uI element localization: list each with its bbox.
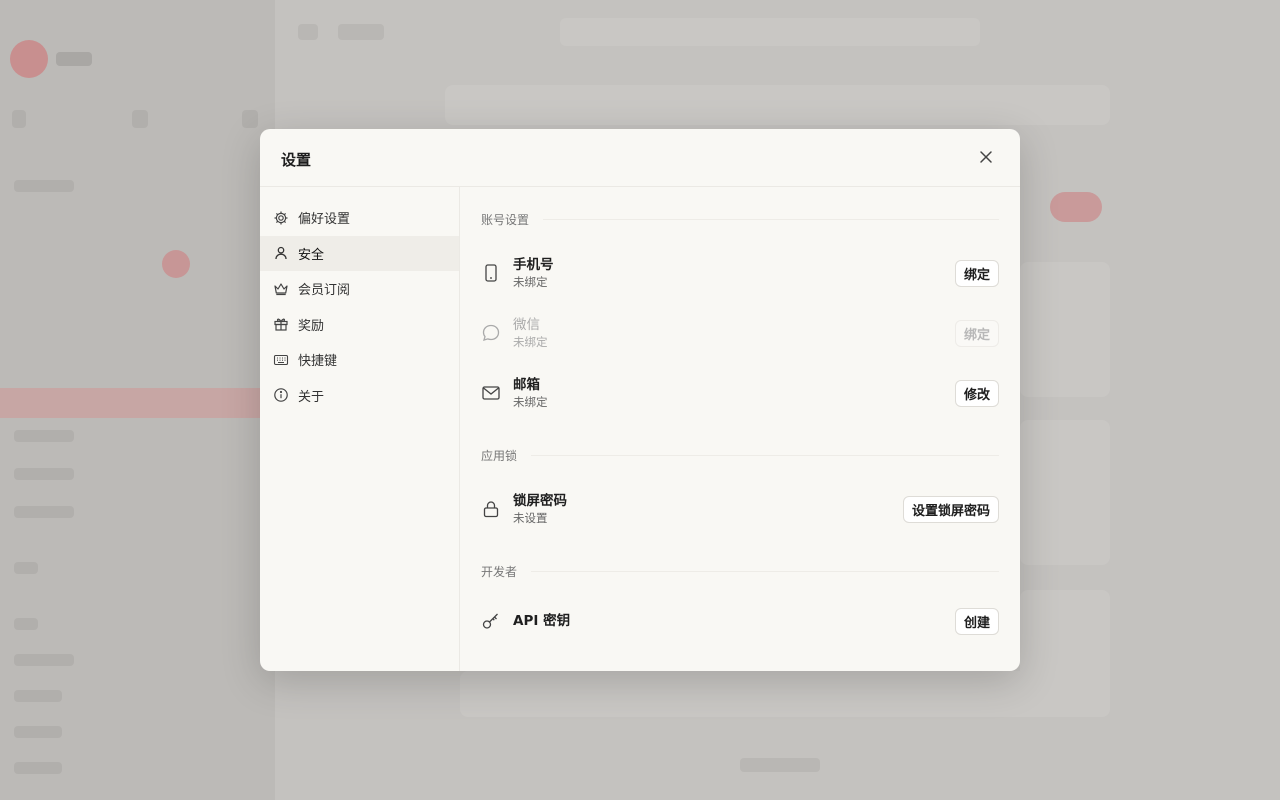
background-search (560, 18, 980, 46)
phone-label: 手机号 (513, 257, 554, 273)
background-card (460, 671, 1110, 717)
nav-item-about[interactable]: 关于 (260, 378, 459, 414)
wechat-status: 未绑定 (513, 335, 548, 349)
bind-phone-button[interactable]: 绑定 (954, 259, 999, 287)
background-block (14, 430, 74, 442)
background-card (1020, 262, 1110, 397)
close-icon (980, 151, 992, 163)
account-row-phone: 手机号 未绑定 绑定 (481, 251, 999, 295)
nav-item-preferences[interactable]: 偏好设置 (260, 200, 459, 236)
background-block (740, 758, 820, 772)
section-title-text: 账号设置 (481, 213, 530, 227)
settings-nav: 偏好设置 安全 会员订阅 奖励 快捷键 关于 (260, 187, 460, 671)
background-logo-text (56, 52, 92, 66)
section-divider (531, 455, 999, 456)
crown-icon (273, 281, 289, 297)
section-title-applock: 应用锁 (481, 447, 999, 464)
phone-icon (481, 263, 501, 283)
bind-wechat-button: 绑定 (954, 319, 999, 347)
background-block (14, 562, 38, 574)
background-block (14, 468, 74, 480)
nav-item-label: 关于 (298, 389, 325, 405)
email-status: 未绑定 (513, 395, 548, 409)
section-title-text: 应用锁 (481, 449, 518, 463)
applock-row-lock: 锁屏密码 未设置 设置锁屏密码 (481, 487, 999, 531)
dialog-title: 设置 (281, 151, 312, 169)
background-date-marker (162, 250, 190, 278)
dialog-header: 设置 (260, 129, 1020, 187)
developer-row-api: API 密钥 创建 (481, 599, 999, 643)
api-key-label: API 密钥 (513, 613, 571, 629)
nav-item-shortcuts[interactable]: 快捷键 (260, 342, 459, 378)
gift-icon (273, 316, 289, 332)
section-divider (543, 219, 999, 220)
lock-icon (481, 499, 501, 519)
settings-dialog: 设置 偏好设置 安全 会员订阅 奖励 快捷键 关于 账号设置 手机号 未绑定 绑… (260, 129, 1020, 671)
background-block (132, 110, 148, 128)
background-block (14, 506, 74, 518)
background-block (338, 24, 384, 40)
wechat-label: 微信 (513, 317, 540, 333)
background-active-item (0, 388, 275, 418)
user-icon (273, 245, 289, 261)
background-block (14, 690, 62, 702)
nav-item-label: 快捷键 (298, 354, 338, 370)
nav-item-rewards[interactable]: 奖励 (260, 307, 459, 343)
lock-label: 锁屏密码 (513, 493, 567, 509)
background-logo (10, 40, 48, 78)
background-block (298, 24, 318, 40)
background-block (14, 618, 38, 630)
background-block (14, 180, 74, 192)
section-divider (531, 571, 999, 572)
mail-icon (481, 383, 501, 403)
background-block (12, 110, 26, 128)
section-title-text: 开发者 (481, 565, 518, 579)
nav-item-label: 安全 (298, 247, 325, 263)
background-card (1020, 420, 1110, 565)
close-button[interactable] (978, 149, 994, 165)
nav-item-label: 会员订阅 (298, 283, 351, 299)
security-content: 账号设置 手机号 未绑定 绑定 微信 未绑定 绑定 邮箱 未绑定 修改 应用锁 … (461, 187, 1020, 671)
gear-icon (273, 210, 289, 226)
set-lock-password-button[interactable]: 设置锁屏密码 (902, 495, 999, 523)
background-block (14, 654, 74, 666)
nav-item-security[interactable]: 安全 (260, 235, 459, 271)
key-icon (481, 611, 501, 631)
nav-item-label: 偏好设置 (298, 212, 351, 228)
nav-item-subscription[interactable]: 会员订阅 (260, 271, 459, 307)
background-block (14, 726, 62, 738)
background-pill (1050, 192, 1102, 222)
section-title-developer: 开发者 (481, 563, 999, 580)
nav-item-label: 奖励 (298, 318, 325, 334)
info-icon (273, 387, 289, 403)
chat-bubble-icon (481, 323, 501, 343)
section-title-account: 账号设置 (481, 211, 999, 228)
background-card (445, 85, 1110, 125)
lock-status: 未设置 (513, 511, 548, 525)
account-row-email: 邮箱 未绑定 修改 (481, 371, 999, 415)
keyboard-icon (273, 352, 289, 368)
background-block (14, 762, 62, 774)
account-row-wechat: 微信 未绑定 绑定 (481, 311, 999, 355)
edit-email-button[interactable]: 修改 (954, 379, 999, 407)
dialog-body: 偏好设置 安全 会员订阅 奖励 快捷键 关于 账号设置 手机号 未绑定 绑定 微… (260, 187, 1020, 671)
create-api-key-button[interactable]: 创建 (954, 607, 999, 635)
email-label: 邮箱 (513, 377, 540, 393)
background-block (242, 110, 258, 128)
phone-status: 未绑定 (513, 275, 548, 289)
